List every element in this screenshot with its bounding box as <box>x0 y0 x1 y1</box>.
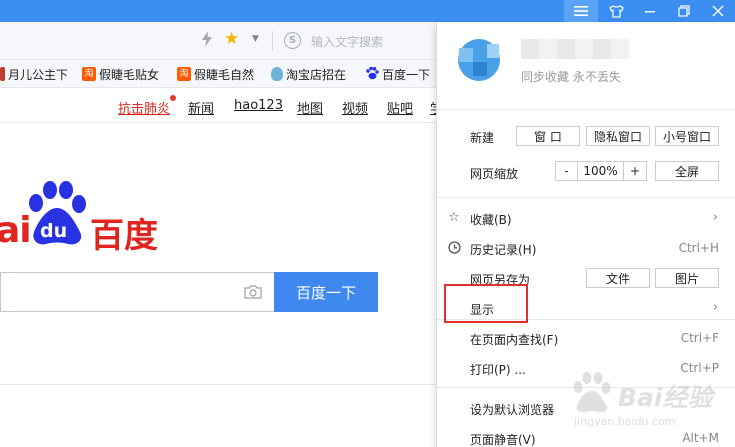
menu-item-mute[interactable]: 页面静音(V) Alt+M <box>437 426 735 447</box>
nav-link-hao123[interactable]: hao123 <box>234 98 283 113</box>
sync-text: 同步收藏 永不丢失 <box>521 70 621 84</box>
chevron-right-icon: › <box>712 210 718 225</box>
nav-link-hot[interactable]: 抗击肺炎 <box>118 98 170 117</box>
bookmark-item[interactable]: 淘 假睫毛自然 <box>177 66 254 82</box>
baidu-paw-icon <box>365 66 379 83</box>
toolbar-divider <box>272 31 273 51</box>
nav-link-tieba[interactable]: 贴吧 <box>387 98 413 117</box>
fullscreen-button[interactable]: 全屏 <box>655 161 719 181</box>
star-outline-icon: ☆ <box>448 210 460 225</box>
zoom-value: 100% <box>578 162 624 180</box>
restore-icon[interactable] <box>667 0 701 22</box>
content-divider <box>0 384 436 385</box>
new-label: 新建 <box>470 131 495 145</box>
bookmark-item[interactable]: 淘宝店招在 <box>271 66 346 82</box>
baidu-search-button[interactable]: 百度一下 <box>274 272 378 312</box>
nav-link-video[interactable]: 视频 <box>342 98 368 117</box>
save-as-image-button[interactable]: 图片 <box>655 268 719 288</box>
search-input[interactable]: 输入文字搜索 <box>311 33 383 50</box>
bookmark-item[interactable]: 淘 假睫毛贴女 <box>82 66 159 82</box>
bookmark-item[interactable]: 月儿公主下 <box>0 66 68 82</box>
zoom-in-button[interactable]: + <box>624 162 646 180</box>
menu-item-history[interactable]: 历史记录(H) Ctrl+H <box>437 236 735 262</box>
new-alt-account-window-button[interactable]: 小号窗口 <box>655 126 719 146</box>
account-section[interactable]: 同步收藏 永不丢失 <box>437 22 735 110</box>
zoom-control: - 100% + <box>555 161 647 181</box>
new-window-button[interactable]: 窗 口 <box>516 126 580 146</box>
search-engine-icon[interactable]: S <box>284 32 301 49</box>
taobao-icon: 淘 <box>82 67 96 81</box>
new-private-window-button[interactable]: 隐私窗口 <box>586 126 650 146</box>
account-name-blurred <box>521 39 629 59</box>
annotation-highlight-box <box>444 284 528 323</box>
skin-icon[interactable] <box>599 0 633 22</box>
minimize-icon[interactable] <box>633 0 667 22</box>
avatar <box>458 39 500 81</box>
save-as-file-button[interactable]: 文件 <box>586 268 650 288</box>
nav-link-news[interactable]: 新闻 <box>188 98 214 117</box>
bookmark-item[interactable]: 百度一下 <box>365 66 430 82</box>
baidu-logo: ai du 百度 <box>0 178 170 256</box>
title-bar <box>0 0 735 22</box>
star-icon[interactable]: ★ <box>224 29 239 49</box>
baidu-paw-watermark-icon <box>573 372 611 412</box>
clock-icon <box>447 241 461 255</box>
watermark: Bai经验 jingyan.baidu.com <box>560 366 730 428</box>
menu-item-bookmarks[interactable]: ☆ 收藏(B) › <box>437 206 735 232</box>
bookmark-favicon-icon <box>271 67 283 81</box>
baidu-search-input[interactable] <box>0 272 274 312</box>
taobao-icon: 淘 <box>177 67 191 81</box>
bookmark-favicon-icon <box>0 67 5 81</box>
menu-divider <box>437 197 735 198</box>
close-icon[interactable] <box>701 0 735 22</box>
nav-divider <box>0 122 436 123</box>
menu-item-find[interactable]: 在页面内查找(F) Ctrl+F <box>437 326 735 352</box>
camera-icon[interactable] <box>243 284 263 300</box>
nav-link-map[interactable]: 地图 <box>297 98 323 117</box>
menu-icon[interactable] <box>564 0 598 22</box>
chevron-down-icon[interactable]: ▼ <box>252 34 259 44</box>
zoom-out-button[interactable]: - <box>556 162 578 180</box>
chevron-right-icon: › <box>712 300 718 315</box>
lightning-icon[interactable] <box>201 31 213 51</box>
notification-dot <box>170 95 176 101</box>
zoom-label: 网页缩放 <box>470 167 519 181</box>
